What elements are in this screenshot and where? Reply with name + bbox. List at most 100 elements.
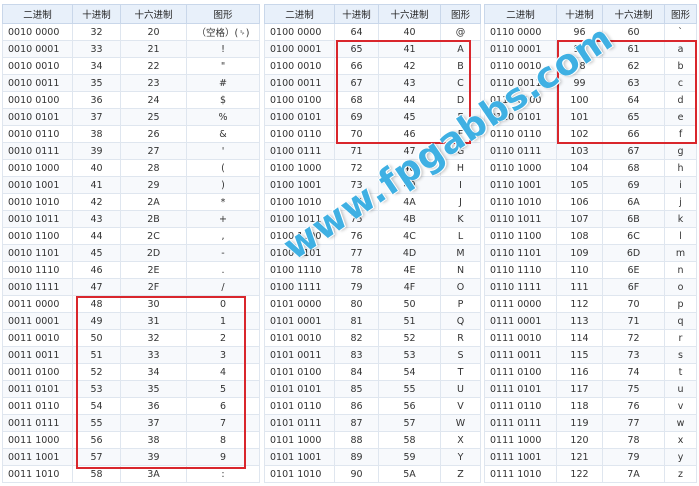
cell-decimal: 46 (72, 261, 121, 279)
cell-glyph: W (440, 414, 481, 432)
cell-decimal: 45 (72, 244, 121, 262)
cell-hex: 69 (602, 176, 665, 194)
cell-hex: 50 (378, 295, 441, 313)
cell-hex: 24 (120, 91, 187, 109)
cell-binary: 0111 0100 (484, 363, 557, 381)
cell-binary: 0010 0001 (2, 40, 73, 58)
cell-glyph: X (440, 431, 481, 449)
cell-decimal: 36 (72, 91, 121, 109)
cell-glyph: z (664, 465, 697, 483)
cell-binary: 0110 1001 (484, 176, 557, 194)
cell-binary: 0101 0000 (264, 295, 335, 313)
cell-decimal: 32 (72, 23, 121, 41)
cell-hex: 75 (602, 380, 665, 398)
cell-glyph: p (664, 295, 697, 313)
table-row: 0101 1000 88 58 X (264, 431, 481, 449)
cell-binary: 0111 1000 (484, 431, 557, 449)
cell-binary: 0111 1001 (484, 448, 557, 466)
header-glyph: 图形 (186, 4, 260, 24)
cell-glyph: M (440, 244, 481, 262)
cell-binary: 0111 0011 (484, 346, 557, 364)
cell-hex: 5A (378, 465, 441, 483)
cell-hex: 4D (378, 244, 441, 262)
cell-decimal: 110 (556, 261, 603, 279)
header-decimal: 十进制 (334, 4, 379, 24)
cell-hex: 77 (602, 414, 665, 432)
cell-glyph: y (664, 448, 697, 466)
cell-binary: 0011 1001 (2, 448, 73, 466)
table-row: 0111 0110 118 76 v (484, 397, 697, 415)
table-row: 0010 0000 32 20 （空格）(␠) (2, 23, 260, 41)
cell-decimal: 81 (334, 312, 379, 330)
table-row: 0111 1010 122 7A z (484, 465, 697, 483)
cell-binary: 0011 0011 (2, 346, 73, 364)
table-row: 0101 0110 86 56 V (264, 397, 481, 415)
table-row: 0110 1001 105 69 i (484, 176, 697, 194)
table-row: 0111 0001 113 71 q (484, 312, 697, 330)
cell-binary: 0010 0011 (2, 74, 73, 92)
cell-binary: 0101 0001 (264, 312, 335, 330)
cell-hex: 20 (120, 23, 187, 41)
table-row: 0111 0010 114 72 r (484, 329, 697, 347)
cell-binary: 0011 1010 (2, 465, 73, 483)
cell-decimal: 119 (556, 414, 603, 432)
table-row: 0101 0010 82 52 R (264, 329, 481, 347)
cell-binary: 0110 1101 (484, 244, 557, 262)
cell-glyph: & (186, 125, 260, 143)
cell-glyph: + (186, 210, 260, 228)
cell-decimal: 84 (334, 363, 379, 381)
cell-glyph: x (664, 431, 697, 449)
cell-binary: 0101 1010 (264, 465, 335, 483)
cell-hex: 6E (602, 261, 665, 279)
cell-glyph: r (664, 329, 697, 347)
cell-hex: 2B (120, 210, 187, 228)
table-row: 0010 0100 36 24 $ (2, 91, 260, 109)
table-row: 0010 1001 41 29) (2, 176, 260, 194)
table-row: 0111 0101 117 75 u (484, 380, 697, 398)
header-hex: 十六进制 (120, 4, 187, 24)
cell-hex: 6C (602, 227, 665, 245)
cell-decimal: 33 (72, 40, 121, 58)
cell-binary: 0111 0001 (484, 312, 557, 330)
cell-decimal: 112 (556, 295, 603, 313)
header-glyph: 图形 (664, 4, 697, 24)
cell-decimal: 122 (556, 465, 603, 483)
cell-decimal: 37 (72, 108, 121, 126)
cell-decimal: 104 (556, 159, 603, 177)
header-binary: 二进制 (2, 4, 73, 24)
cell-decimal: 120 (556, 431, 603, 449)
header-binary: 二进制 (484, 4, 557, 24)
cell-decimal: 87 (334, 414, 379, 432)
cell-decimal: 42 (72, 193, 121, 211)
cell-binary: 0011 0111 (2, 414, 73, 432)
cell-decimal: 89 (334, 448, 379, 466)
cell-binary: 0010 1000 (2, 159, 73, 177)
cell-glyph: @ (440, 23, 481, 41)
cell-hex: 23 (120, 74, 187, 92)
cell-glyph: L (440, 227, 481, 245)
cell-hex: 4C (378, 227, 441, 245)
cell-glyph: o (664, 278, 697, 296)
cell-hex: 71 (602, 312, 665, 330)
cell-binary: 0010 0111 (2, 142, 73, 160)
cell-decimal: 41 (72, 176, 121, 194)
cell-binary: 0010 0110 (2, 125, 73, 143)
cell-glyph: i (664, 176, 697, 194)
cell-decimal: 39 (72, 142, 121, 160)
table-row: 0010 1111 47 2F / (2, 278, 260, 296)
cell-decimal: 71 (334, 142, 379, 160)
table-row: 0010 0110 38 26 & (2, 125, 260, 143)
table-row: 0110 1110 110 6E n (484, 261, 697, 279)
cell-glyph: k (664, 210, 697, 228)
table-row: 0111 0000 112 70 p (484, 295, 697, 313)
table-row: 0111 1000 120 78 x (484, 431, 697, 449)
header-glyph: 图形 (440, 4, 481, 24)
header-decimal: 十进制 (72, 4, 121, 24)
cell-hex: 21 (120, 40, 187, 58)
table-row: 0111 0011 115 73 s (484, 346, 697, 364)
cell-glyph: q (664, 312, 697, 330)
cell-hex: 68 (602, 159, 665, 177)
cell-binary: 0101 0100 (264, 363, 335, 381)
table-row: 0110 0111 103 67 g (484, 142, 697, 160)
cell-decimal: 64 (334, 23, 379, 41)
